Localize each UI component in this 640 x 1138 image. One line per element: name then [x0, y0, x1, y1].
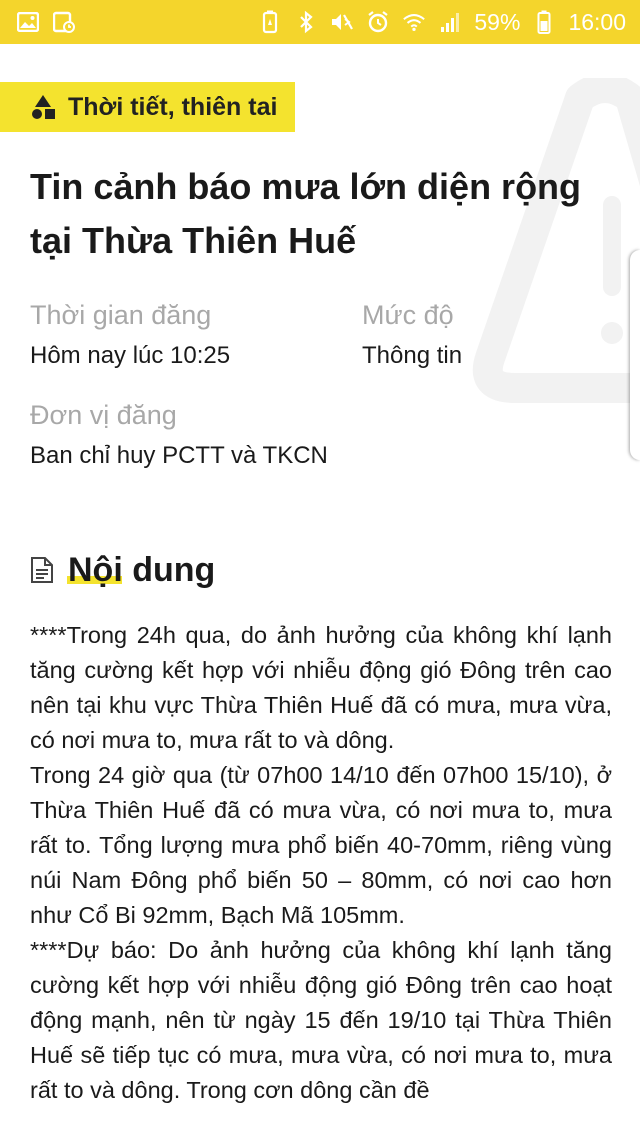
posted-time-label: Thời gian đăng — [30, 300, 212, 330]
alarm-icon — [366, 10, 390, 34]
status-left — [16, 10, 76, 34]
level-label: Mức độ — [362, 300, 454, 330]
signal-icon — [438, 10, 462, 34]
image-icon — [16, 10, 40, 34]
content-heading-text: Nội dung — [68, 550, 216, 589]
content-paragraph-3: ****Dự báo: Do ảnh hưởng của không khí l… — [30, 937, 612, 1103]
status-bar: 59% 16:00 — [0, 0, 640, 44]
category-label: Thời tiết, thiên tai — [68, 92, 278, 121]
document-icon — [30, 556, 54, 584]
level-value: Thông tin — [362, 342, 463, 369]
wifi-icon — [402, 10, 426, 34]
content-paragraph-2: Trong 24 giờ qua (từ 07h00 14/10 đến 07h… — [30, 762, 612, 928]
bluetooth-icon — [294, 10, 318, 34]
content-heading: Nội dung — [30, 548, 215, 592]
posted-time-value: Hôm nay lúc 10:25 — [30, 342, 231, 369]
battery-icon — [532, 10, 556, 34]
screen: 59% 16:00 Thời tiết, thiên tai Tin cảnh … — [0, 0, 640, 1138]
content-paragraph-1: ****Trong 24h qua, do ảnh hưởng của khôn… — [30, 622, 612, 753]
calendar-icon — [52, 10, 76, 34]
scroll-handle[interactable] — [630, 250, 640, 460]
page-title: Tin cảnh báo mưa lớn diện rộng tại Thừa … — [30, 166, 582, 261]
category-tag[interactable]: Thời tiết, thiên tai — [0, 82, 295, 132]
battery-percent: 59% — [474, 8, 521, 35]
unit-label: Đơn vị đăng — [30, 400, 177, 430]
status-right: 59% 16:00 — [258, 9, 626, 36]
unit-value: Ban chỉ huy PCTT và TKCN — [30, 442, 328, 469]
clock: 16:00 — [568, 8, 626, 35]
battery-saver-icon — [258, 10, 282, 34]
mute-icon — [330, 10, 354, 34]
content-body: ****Trong 24h qua, do ảnh hưởng của khôn… — [30, 618, 612, 1108]
shapes-icon — [30, 94, 56, 120]
